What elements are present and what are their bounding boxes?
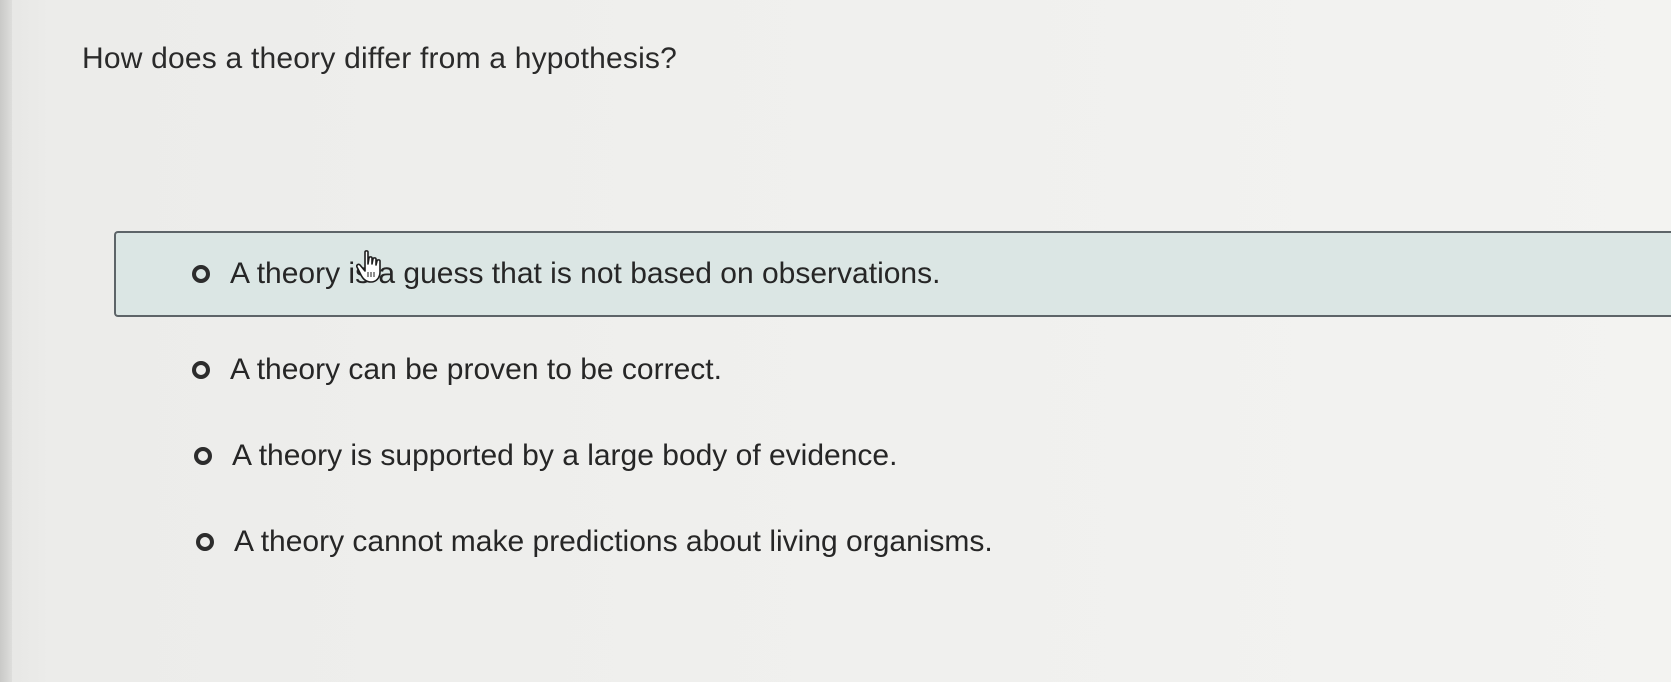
option-3-label: A theory is supported by a large body of…: [232, 439, 898, 472]
option-4-label: A theory cannot make predictions about l…: [234, 525, 993, 558]
option-4[interactable]: A theory cannot make predictions about l…: [196, 520, 993, 564]
option-1-label: A theory is a guess that is not based on…: [230, 257, 941, 290]
option-2[interactable]: A theory can be proven to be correct.: [192, 348, 722, 392]
option-3[interactable]: A theory is supported by a large body of…: [194, 434, 897, 478]
radio-button-icon[interactable]: [192, 265, 210, 283]
option-2-label: A theory can be proven to be correct.: [230, 353, 722, 386]
radio-button-icon[interactable]: [196, 533, 214, 551]
radio-button-icon[interactable]: [194, 447, 212, 465]
radio-button-icon[interactable]: [192, 361, 210, 379]
hand-pointer-cursor-icon: [356, 250, 381, 283]
option-1[interactable]: A theory is a guess that is not based on…: [114, 231, 1671, 317]
answer-options: A theory is a guess that is not based on…: [0, 0, 1671, 682]
